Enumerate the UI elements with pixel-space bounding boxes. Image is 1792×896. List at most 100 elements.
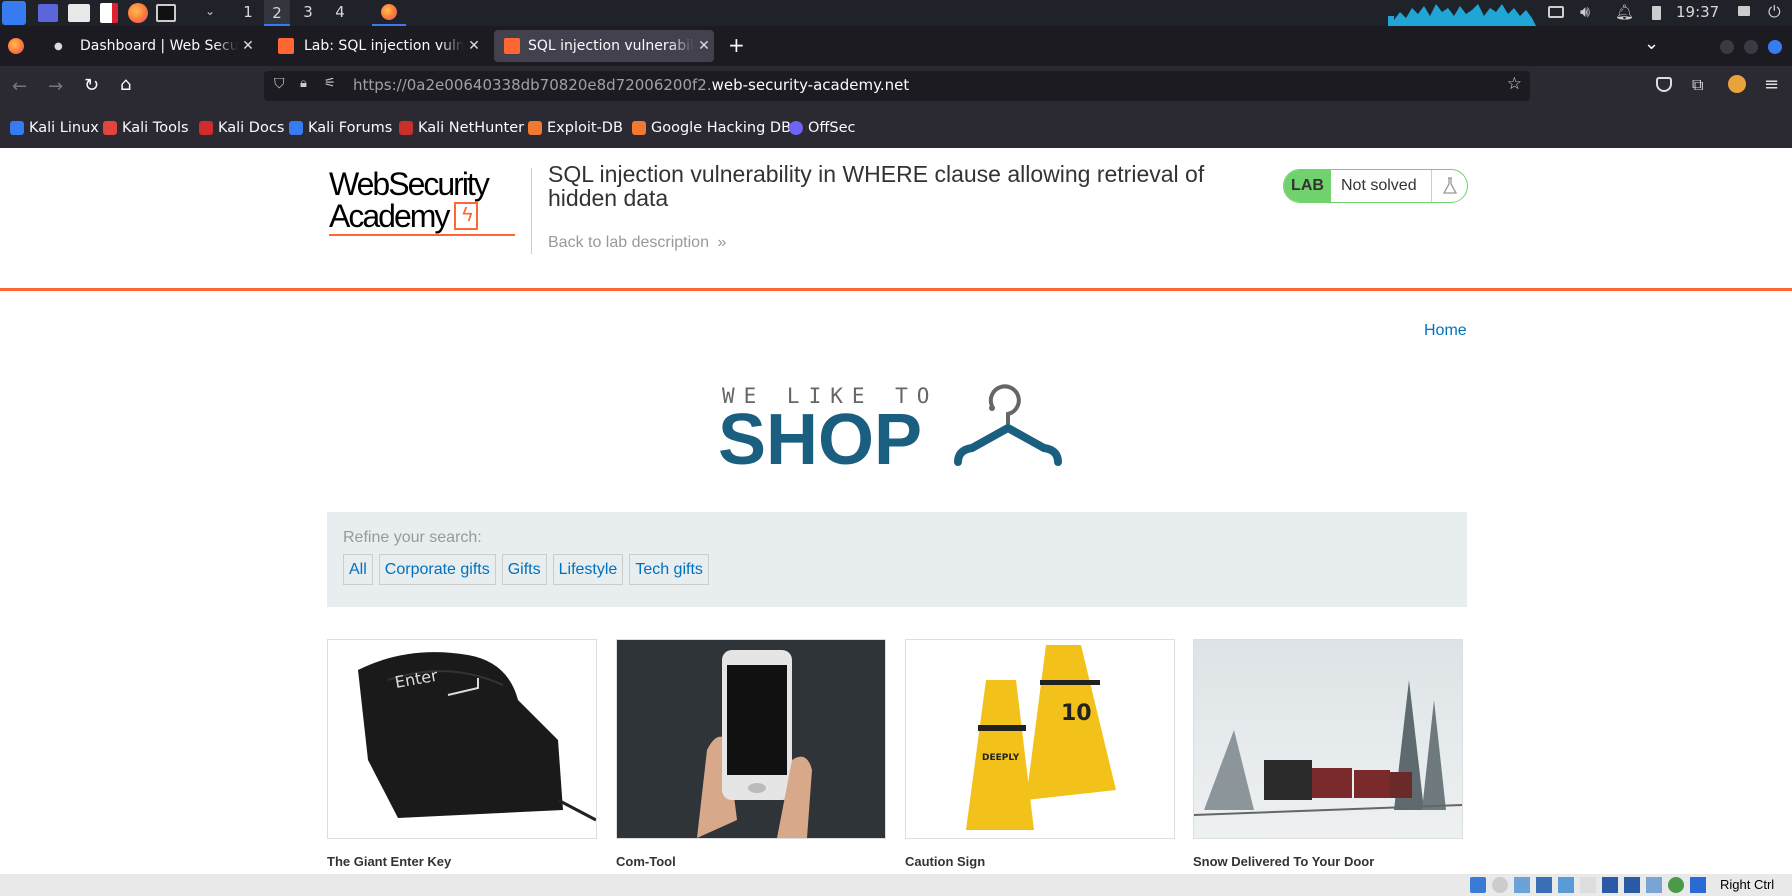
product-name: Snow Delivered To Your Door bbox=[1193, 854, 1375, 869]
back-to-lab-description-link[interactable]: Back to lab description » bbox=[548, 234, 726, 252]
url-domain: web-security-academy.net bbox=[711, 76, 910, 94]
tab-sql-injection[interactable]: SQL injection vulnerabilit ✕ bbox=[494, 30, 714, 62]
text-editor-icon[interactable] bbox=[100, 3, 118, 23]
bookmark-label: Kali Forums bbox=[308, 120, 393, 136]
filter-tech-gifts[interactable]: Tech gifts bbox=[629, 554, 709, 585]
bookmark-exploit-db[interactable]: Exploit-DB bbox=[528, 120, 623, 136]
firefox-launcher-icon[interactable] bbox=[128, 3, 148, 23]
kali-menu-icon[interactable] bbox=[2, 1, 26, 25]
url-text[interactable]: https://0a2e00640338db70820e8d72006200f2… bbox=[353, 76, 909, 94]
product-image-caution-sign[interactable]: DEEPLY 10 bbox=[905, 639, 1175, 839]
kali-linux-icon bbox=[10, 121, 24, 135]
bookmark-kali-docs[interactable]: Kali Docs bbox=[199, 120, 284, 136]
bookmark-google-hacking-db[interactable]: Google Hacking DB bbox=[632, 120, 791, 136]
maximize-button[interactable] bbox=[1744, 40, 1758, 54]
bookmark-star-icon[interactable]: ☆ bbox=[1507, 74, 1522, 94]
lock-icon[interactable] bbox=[1738, 6, 1750, 16]
product-card[interactable]: Enter The Giant Enter Key bbox=[327, 639, 597, 869]
workspace-1[interactable]: 1 bbox=[238, 3, 258, 21]
display-icon[interactable] bbox=[1602, 877, 1618, 893]
url-bar[interactable]: ⛉ 🔒︎ ⚟ https://0a2e00640338db70820e8d720… bbox=[264, 71, 1530, 101]
lab-status-badge: LAB Not solved bbox=[1283, 169, 1468, 203]
workspace-4[interactable]: 4 bbox=[330, 3, 350, 21]
tab-dashboard[interactable]: ● Dashboard | Web Security ✕ bbox=[44, 30, 258, 62]
clock: 19:37 bbox=[1676, 3, 1720, 21]
bookmark-offsec[interactable]: OffSec bbox=[789, 120, 856, 136]
power-icon[interactable]: ⏻ bbox=[1768, 2, 1781, 22]
lock-icon[interactable]: 🔒︎ bbox=[300, 76, 307, 91]
back-icon[interactable]: ← bbox=[12, 76, 27, 97]
file-manager-icon[interactable] bbox=[68, 4, 90, 22]
cpu-icon[interactable] bbox=[1646, 877, 1662, 893]
chevron-down-icon[interactable]: ⌄ bbox=[205, 4, 215, 18]
workspace-3[interactable]: 3 bbox=[298, 3, 318, 21]
usb-icon[interactable] bbox=[1558, 877, 1574, 893]
list-all-tabs-icon[interactable]: ⌄ bbox=[1644, 33, 1659, 54]
offsec-icon bbox=[789, 121, 803, 135]
recording-icon[interactable] bbox=[1624, 877, 1640, 893]
close-icon[interactable]: ✕ bbox=[238, 38, 258, 54]
vm-activity-icon[interactable] bbox=[1668, 877, 1684, 893]
logo-bolt-icon: ϟ bbox=[454, 202, 479, 230]
extensions-icon[interactable]: ⧉ bbox=[1692, 75, 1703, 95]
tab-title: Dashboard | Web Security bbox=[80, 38, 238, 54]
product-name: Caution Sign bbox=[905, 854, 986, 869]
optical-drive-icon[interactable] bbox=[1492, 877, 1508, 893]
svg-text:DEEPLY: DEEPLY bbox=[982, 753, 1020, 763]
filter-all[interactable]: All bbox=[343, 554, 373, 585]
mouse-integration-icon[interactable] bbox=[1470, 877, 1486, 893]
category-filters: All Corporate gifts Gifts Lifestyle Tech… bbox=[343, 554, 709, 585]
forward-icon[interactable]: → bbox=[48, 76, 63, 97]
minimize-button[interactable] bbox=[1720, 40, 1734, 54]
filter-lifestyle[interactable]: Lifestyle bbox=[552, 554, 624, 585]
home-icon[interactable]: ⌂ bbox=[120, 74, 131, 95]
workspace-2[interactable]: 2 bbox=[264, 0, 290, 26]
shield-icon[interactable]: ⛉ bbox=[274, 76, 285, 92]
bookmark-kali-nethunter[interactable]: Kali NetHunter bbox=[399, 120, 524, 136]
display-icon[interactable] bbox=[1548, 6, 1564, 18]
permissions-icon[interactable]: ⚟ bbox=[324, 76, 336, 91]
profile-icon[interactable] bbox=[1728, 75, 1746, 93]
product-card[interactable]: Com-Tool bbox=[616, 639, 886, 869]
firefox-window-button[interactable] bbox=[372, 0, 406, 26]
product-image-snow-train[interactable] bbox=[1193, 639, 1463, 839]
filter-gifts[interactable]: Gifts bbox=[501, 554, 547, 585]
shared-folders-icon[interactable] bbox=[1580, 877, 1596, 893]
header-divider bbox=[531, 168, 532, 254]
close-window-button[interactable] bbox=[1768, 40, 1782, 54]
menu-icon[interactable]: ≡ bbox=[1764, 74, 1779, 95]
home-link[interactable]: Home bbox=[1424, 322, 1467, 340]
new-tab-button[interactable]: + bbox=[728, 33, 745, 57]
terminal-icon[interactable] bbox=[156, 4, 176, 22]
audio-icon[interactable] bbox=[1514, 877, 1530, 893]
product-name: The Giant Enter Key bbox=[327, 854, 452, 869]
kali-tools-icon bbox=[103, 121, 117, 135]
close-icon[interactable]: ✕ bbox=[694, 38, 714, 54]
tab-lab[interactable]: Lab: SQL injection vulnera ✕ bbox=[268, 30, 484, 62]
download-icon[interactable] bbox=[1690, 877, 1706, 893]
close-icon[interactable]: ✕ bbox=[464, 38, 484, 54]
network-icon[interactable] bbox=[1536, 877, 1552, 893]
navigation-bar: ← → ↻ ⌂ ⛉ 🔒︎ ⚟ https://0a2e00640338db708… bbox=[0, 66, 1792, 112]
pocket-icon[interactable] bbox=[1656, 77, 1672, 92]
reload-icon[interactable]: ↻ bbox=[84, 75, 99, 96]
bookmark-kali-tools[interactable]: Kali Tools bbox=[103, 120, 189, 136]
battery-icon bbox=[1652, 6, 1661, 20]
volume-icon[interactable]: 🔊︎ bbox=[1580, 2, 1590, 22]
bookmark-kali-linux[interactable]: Kali Linux bbox=[10, 120, 99, 136]
browser-tab-bar: ● Dashboard | Web Security ✕ Lab: SQL in… bbox=[0, 26, 1792, 66]
product-card[interactable]: Snow Delivered To Your Door bbox=[1193, 639, 1463, 869]
lab-header: WebSecurity Academy ϟ SQL injection vuln… bbox=[0, 148, 1792, 291]
product-image-com-tool[interactable] bbox=[616, 639, 886, 839]
back-link-label: Back to lab description bbox=[548, 234, 709, 251]
filter-corporate-gifts[interactable]: Corporate gifts bbox=[378, 554, 496, 585]
web-security-academy-logo[interactable]: WebSecurity Academy ϟ bbox=[329, 166, 529, 236]
show-desktop-icon[interactable] bbox=[38, 4, 58, 22]
firefox-view-icon[interactable] bbox=[8, 38, 24, 54]
bookmark-kali-forums[interactable]: Kali Forums bbox=[289, 120, 392, 136]
product-card[interactable]: DEEPLY 10 Caution Sign bbox=[905, 639, 1175, 869]
vm-status-bar: Right Ctrl bbox=[0, 874, 1792, 896]
product-image-giant-enter-key[interactable]: Enter bbox=[327, 639, 597, 839]
logo-line-1: WebSecurity bbox=[329, 166, 490, 202]
notification-bell-icon[interactable]: 🔔︎ bbox=[1615, 3, 1634, 21]
